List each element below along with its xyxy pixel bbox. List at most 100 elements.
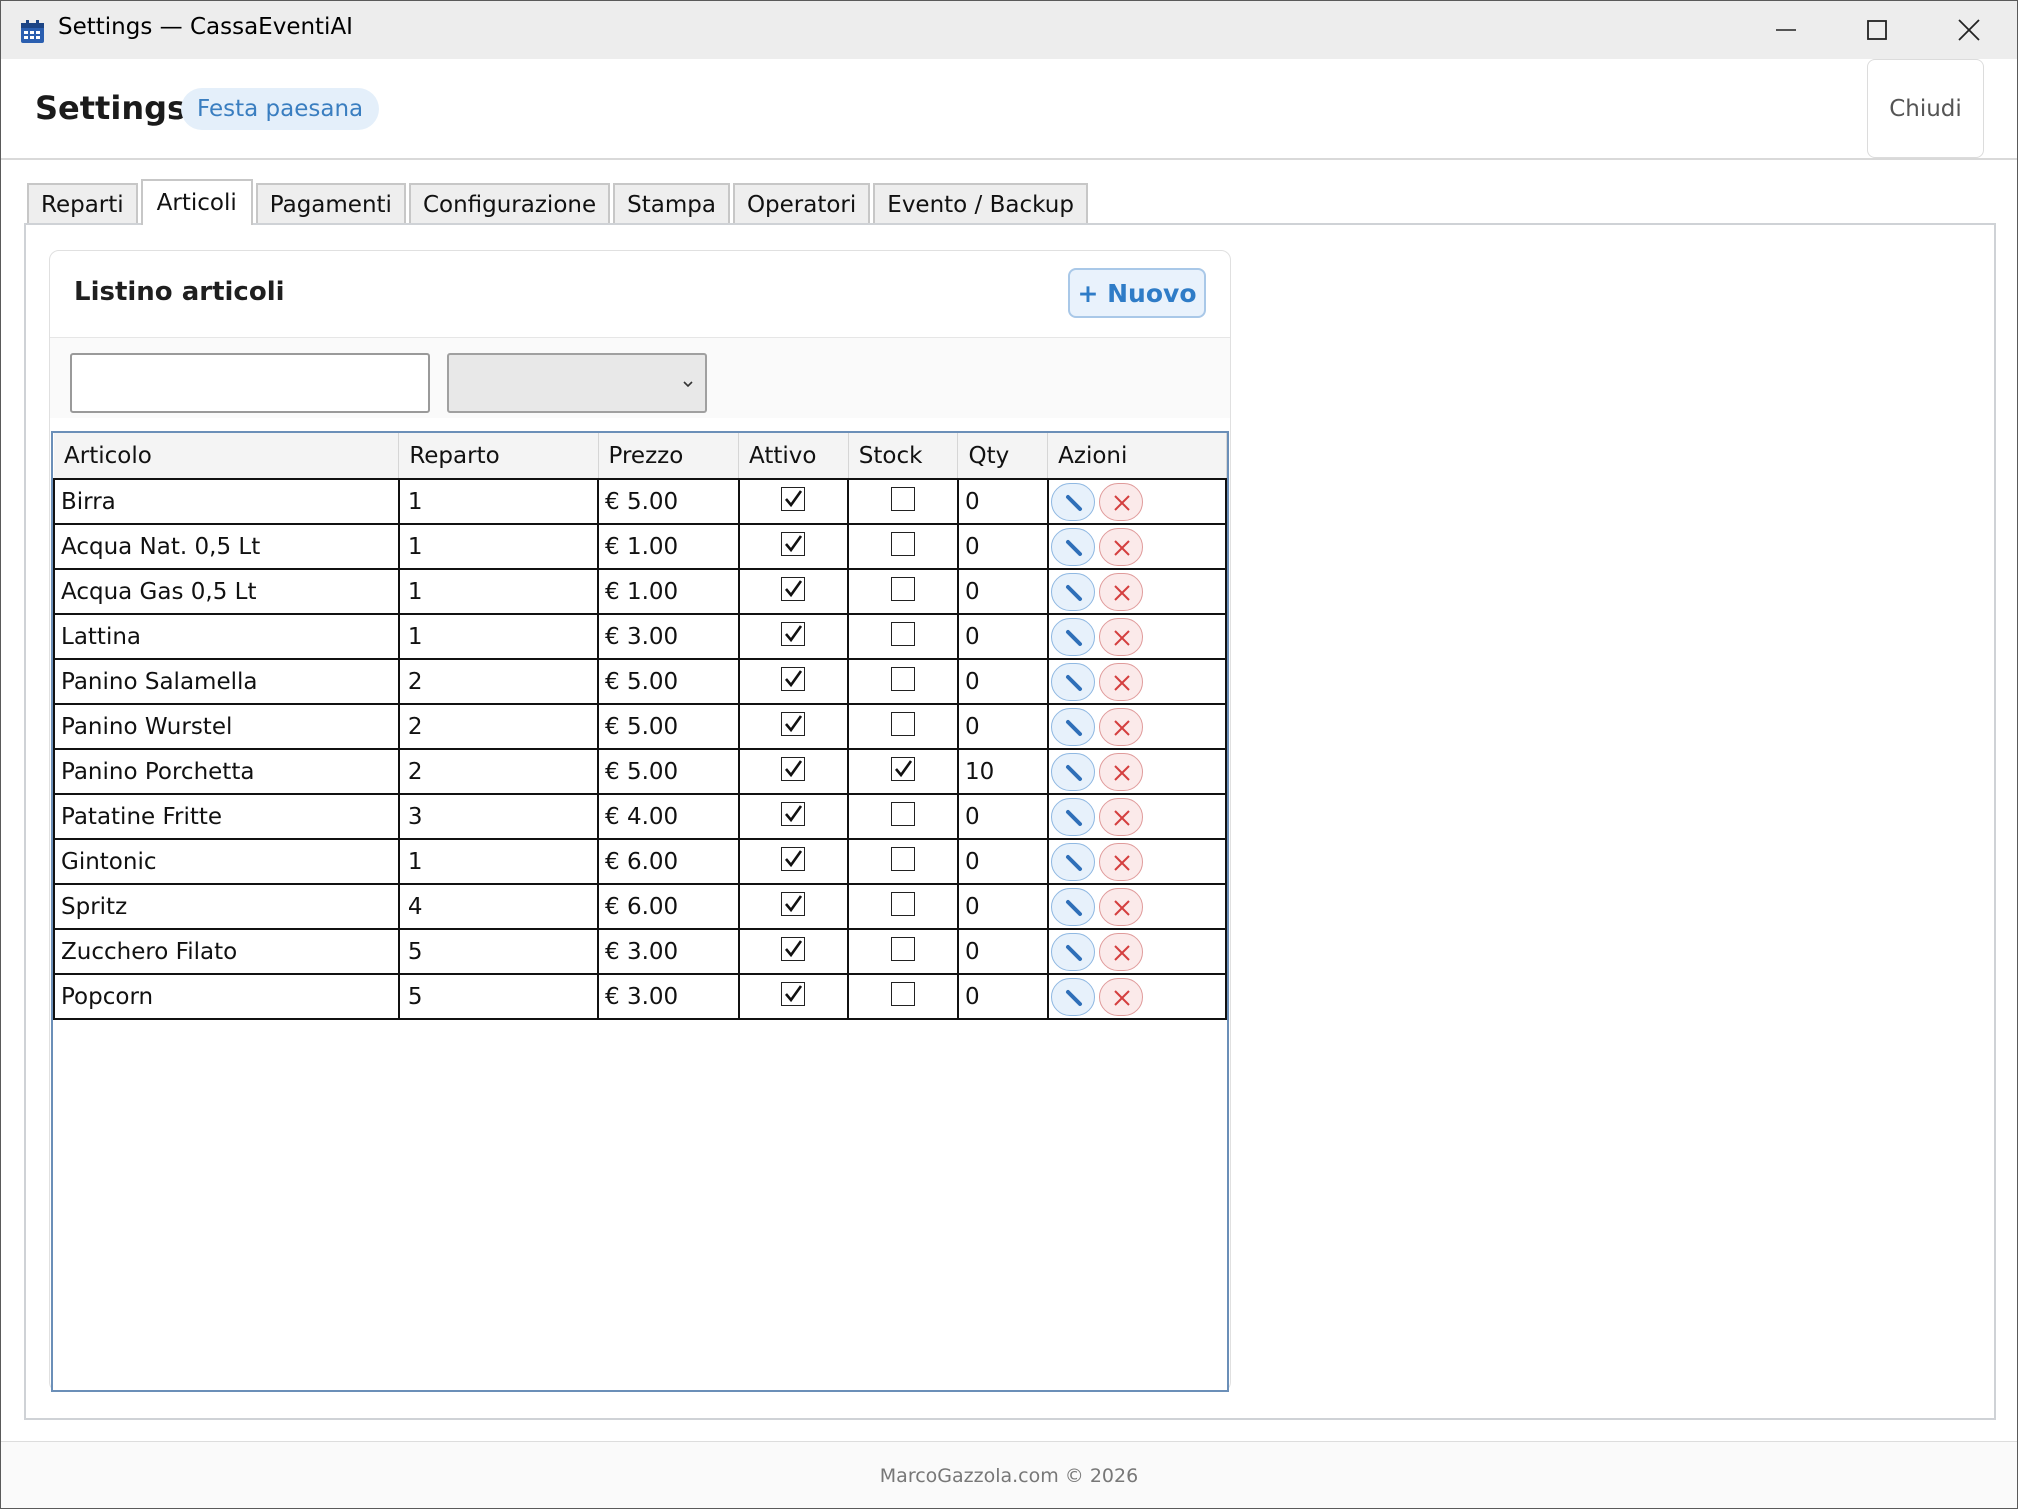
column-header-qty[interactable]: Qty [957, 433, 1049, 479]
attivo-checkbox[interactable] [781, 487, 806, 511]
attivo-checkbox[interactable] [781, 757, 806, 781]
stock-checkbox[interactable] [891, 847, 916, 871]
edit-button[interactable] [1050, 797, 1095, 836]
chiudi-button[interactable]: Chiudi [1867, 59, 1984, 158]
delete-button[interactable] [1098, 797, 1143, 836]
settings-tabs: Reparti Articoli Pagamenti Configurazion… [27, 179, 1091, 225]
reparto-filter-select[interactable] [447, 353, 707, 413]
attivo-checkbox[interactable] [781, 847, 806, 871]
tab-articoli[interactable]: Articoli [140, 179, 253, 225]
table-row[interactable]: Gintonic 1 € 6.00 0 [53, 838, 1228, 885]
stock-checkbox[interactable] [891, 802, 916, 826]
table-row[interactable]: Panino Wurstel 2 € 5.00 0 [53, 703, 1228, 750]
minimize-button[interactable] [1741, 1, 1831, 59]
qty-value: 0 [964, 848, 980, 875]
delete-button[interactable] [1098, 617, 1143, 656]
edit-button[interactable] [1050, 527, 1095, 566]
maximize-button[interactable] [1832, 1, 1922, 59]
edit-button[interactable] [1050, 977, 1095, 1016]
table-row[interactable]: Panino Porchetta 2 € 5.00 10 [53, 748, 1228, 795]
page-title: Settings [35, 89, 187, 127]
edit-button[interactable] [1050, 482, 1095, 521]
attivo-checkbox[interactable] [781, 802, 806, 826]
delete-button[interactable] [1098, 887, 1143, 926]
articolo-name: Popcorn [61, 983, 154, 1010]
minimize-icon [1776, 29, 1796, 31]
attivo-checkbox[interactable] [781, 982, 806, 1006]
edit-button[interactable] [1050, 932, 1095, 971]
attivo-checkbox[interactable] [781, 892, 806, 916]
edit-button[interactable] [1050, 572, 1095, 611]
table-row[interactable]: Acqua Gas 0,5 Lt 1 € 1.00 0 [53, 568, 1228, 615]
stock-checkbox[interactable] [891, 757, 916, 781]
edit-button[interactable] [1050, 707, 1095, 746]
delete-button[interactable] [1098, 572, 1143, 611]
delete-button[interactable] [1098, 842, 1143, 881]
search-input[interactable] [70, 353, 430, 413]
column-header-prezzo[interactable]: Prezzo [598, 433, 740, 479]
tab-configurazione[interactable]: Configurazione [408, 183, 611, 223]
stock-checkbox[interactable] [891, 622, 916, 646]
stock-checkbox[interactable] [891, 982, 916, 1006]
stock-checkbox[interactable] [891, 577, 916, 601]
table-row[interactable]: Popcorn 5 € 3.00 0 [53, 973, 1228, 1020]
stock-checkbox[interactable] [891, 892, 916, 916]
new-article-button[interactable]: + Nuovo [1068, 268, 1206, 318]
filter-bar [50, 338, 1230, 418]
attivo-checkbox[interactable] [781, 622, 806, 646]
delete-button[interactable] [1098, 527, 1143, 566]
attivo-checkbox[interactable] [781, 712, 806, 736]
reparto-value: 5 [407, 983, 423, 1010]
attivo-checkbox[interactable] [781, 577, 806, 601]
edit-button[interactable] [1050, 662, 1095, 701]
column-header-stock[interactable]: Stock [848, 433, 959, 479]
stock-checkbox[interactable] [891, 712, 916, 736]
table-row[interactable]: Birra 1 € 5.00 0 [53, 478, 1228, 525]
tab-evento-backup[interactable]: Evento / Backup [873, 183, 1088, 223]
table-header-row: Articolo Reparto Prezzo Attivo Stock Qty… [54, 433, 1227, 479]
delete-button[interactable] [1098, 482, 1143, 521]
cell-articolo: Acqua Nat. 0,5 Lt [53, 523, 400, 570]
table-row[interactable]: Spritz 4 € 6.00 0 [53, 883, 1228, 930]
prezzo-value: € 3.00 [605, 983, 679, 1010]
cell-stock [847, 658, 959, 705]
reparto-value: 1 [407, 623, 423, 650]
attivo-checkbox[interactable] [781, 532, 806, 556]
edit-button[interactable] [1050, 752, 1095, 791]
table-row[interactable]: Acqua Nat. 0,5 Lt 1 € 1.00 0 [53, 523, 1228, 570]
edit-button[interactable] [1050, 887, 1095, 926]
window-close-button[interactable] [1924, 1, 2014, 59]
edit-button[interactable] [1050, 617, 1095, 656]
delete-button[interactable] [1098, 977, 1143, 1016]
qty-value: 0 [964, 713, 980, 740]
table-row[interactable]: Patatine Fritte 3 € 4.00 0 [53, 793, 1228, 840]
delete-button[interactable] [1098, 707, 1143, 746]
tab-operatori[interactable]: Operatori [732, 183, 871, 223]
column-header-articolo[interactable]: Articolo [54, 433, 400, 479]
edit-button[interactable] [1050, 842, 1095, 881]
table-row[interactable]: Panino Salamella 2 € 5.00 0 [53, 658, 1228, 705]
delete-button[interactable] [1098, 752, 1143, 791]
window-title: Settings — CassaEventiAI [58, 14, 353, 40]
tab-reparti[interactable]: Reparti [27, 183, 138, 223]
column-header-reparto[interactable]: Reparto [398, 433, 599, 479]
reparto-value: 4 [407, 893, 423, 920]
tab-pagamenti[interactable]: Pagamenti [255, 183, 406, 223]
stock-checkbox[interactable] [891, 667, 916, 691]
cell-articolo: Panino Porchetta [53, 748, 400, 795]
cell-prezzo: € 1.00 [597, 568, 740, 615]
attivo-checkbox[interactable] [781, 937, 806, 961]
stock-checkbox[interactable] [891, 532, 916, 556]
cell-stock [847, 928, 959, 975]
column-header-attivo[interactable]: Attivo [738, 433, 849, 479]
stock-checkbox[interactable] [891, 937, 916, 961]
cell-prezzo: € 5.00 [597, 748, 740, 795]
cell-azioni [1046, 928, 1228, 975]
tab-stampa[interactable]: Stampa [613, 183, 730, 223]
attivo-checkbox[interactable] [781, 667, 806, 691]
delete-button[interactable] [1098, 932, 1143, 971]
delete-button[interactable] [1098, 662, 1143, 701]
table-row[interactable]: Zucchero Filato 5 € 3.00 0 [53, 928, 1228, 975]
table-row[interactable]: Lattina 1 € 3.00 0 [53, 613, 1228, 660]
stock-checkbox[interactable] [891, 487, 916, 511]
